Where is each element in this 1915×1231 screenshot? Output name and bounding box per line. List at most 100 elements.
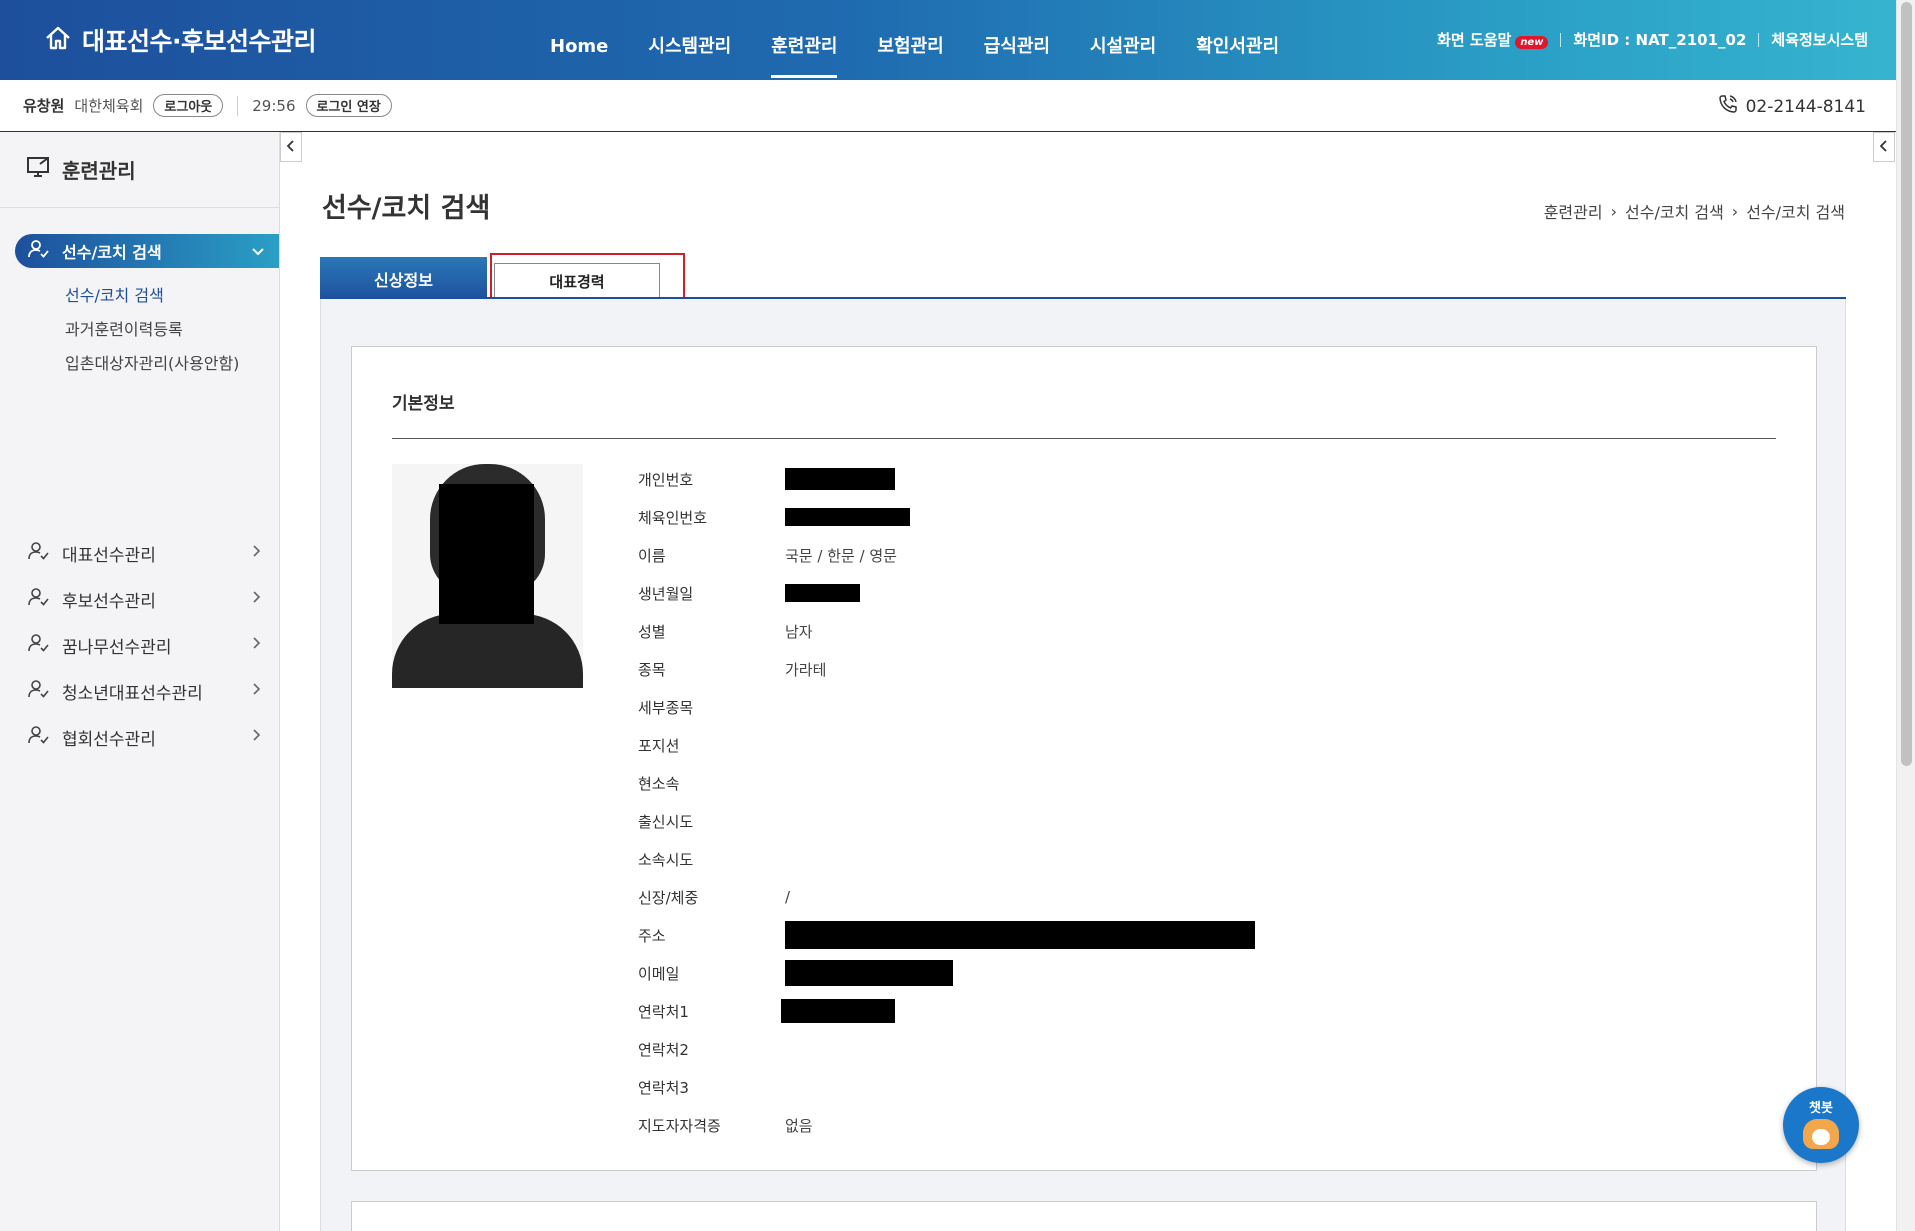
chatbot-button[interactable]: 챗봇 (1783, 1087, 1859, 1163)
system-link[interactable]: 체육정보시스템 (1771, 29, 1868, 50)
profile-photo (392, 464, 583, 688)
page-title: 선수/코치 검색 (322, 193, 491, 224)
field-label: 생년월일 (638, 584, 694, 603)
home-icon (44, 25, 72, 55)
user-check-icon (28, 587, 50, 612)
nav-certificate[interactable]: 확인서관리 (1176, 0, 1299, 80)
logout-button[interactable]: 로그아웃 (153, 94, 224, 117)
field-value: 없음 (785, 1116, 813, 1135)
sidebar-item-label: 협회선수관리 (62, 729, 156, 750)
nav-facility[interactable]: 시설관리 (1070, 0, 1176, 80)
field-label: 이름 (638, 546, 666, 565)
contact-phone: 02-2144-8141 (1745, 96, 1866, 117)
nav-system[interactable]: 시스템관리 (628, 0, 751, 80)
divider (1560, 32, 1562, 47)
main-nav: Home 시스템관리 훈련관리 보험관리 급식관리 시설관리 확인서관리 (530, 0, 1299, 80)
phone-icon (1718, 94, 1738, 119)
sidebar-item-player-search[interactable]: 선수/코치 검색 (15, 234, 279, 268)
field-value: / (785, 888, 791, 906)
field-label: 종목 (638, 660, 666, 679)
utility-links: 화면 도움말 new 화면ID : NAT_2101_02 체육정보시스템 (1437, 29, 1868, 50)
field-value (785, 584, 860, 602)
sidebar-menu: 대표선수관리 후보선수관리 꿈나무선수관리 청소년대표선수관리 협회선수관리 (0, 530, 280, 760)
field-value (781, 999, 895, 1023)
field-row: 주소 (638, 916, 1255, 954)
field-label: 포지션 (638, 736, 680, 755)
sidebar-item-association-players[interactable]: 협회선수관리 (0, 714, 280, 760)
field-label: 소속시도 (638, 850, 694, 869)
redaction-box (785, 960, 953, 986)
extend-login-button[interactable]: 로그인 연장 (305, 94, 392, 117)
sidebar-item-label: 대표선수관리 (62, 545, 156, 566)
field-label: 주소 (638, 926, 666, 945)
tab-representative-career[interactable]: 대표경력 (494, 263, 660, 299)
sidebar-item-national-players[interactable]: 대표선수관리 (0, 530, 280, 576)
top-header: 대표선수·후보선수관리 Home 시스템관리 훈련관리 보험관리 급식관리 시설… (0, 0, 1896, 80)
sidebar-title: 훈련관리 (0, 132, 279, 208)
tab-personal-info[interactable]: 신상정보 (320, 257, 487, 301)
divider (392, 438, 1776, 439)
field-row: 생년월일 (638, 574, 1255, 612)
field-row: 종목 가라테 (638, 650, 1255, 688)
user-org: 대한체육회 (74, 97, 144, 115)
submenu-past-training[interactable]: 과거훈련이력등록 (65, 313, 239, 347)
field-row: 개인번호 (638, 460, 1255, 498)
submenu-player-search[interactable]: 선수/코치 검색 (65, 279, 239, 313)
field-label: 성별 (638, 622, 666, 641)
tab-highlight-box: 대표경력 (490, 253, 685, 301)
field-value: 가라테 (785, 660, 827, 679)
nav-home[interactable]: Home (530, 0, 628, 80)
field-label: 신장/체중 (638, 888, 699, 907)
chevron-left-icon (286, 138, 296, 157)
sidebar: 훈련관리 선수/코치 검색 선수/코치 검색 과거훈련이력등록 입촌대상자관리(… (0, 132, 280, 1231)
scrollbar-thumb[interactable] (1901, 2, 1912, 766)
right-panel-toggle-button[interactable] (1873, 132, 1895, 162)
field-label: 연락처3 (638, 1078, 689, 1097)
field-value (785, 921, 1255, 949)
info-list: 개인번호 체육인번호 이름 국문 / 한문 / 영문 생년월일 성별 남자 종목… (638, 460, 1255, 1144)
field-row: 현소속 (638, 764, 1255, 802)
redaction-box (785, 508, 910, 526)
field-label: 세부종목 (638, 698, 694, 717)
brand[interactable]: 대표선수·후보선수관리 (44, 22, 317, 58)
redaction-box (785, 468, 895, 490)
page-scrollbar[interactable] (1896, 0, 1915, 1231)
field-value: 국문 / 한문 / 영문 (785, 545, 897, 566)
nav-training[interactable]: 훈련관리 (751, 0, 857, 80)
breadcrumb-item: 선수/코치 검색 (1746, 203, 1845, 222)
face-redaction (439, 484, 534, 624)
chevron-right-icon (252, 635, 262, 655)
sidebar-item-candidate-players[interactable]: 후보선수관리 (0, 576, 280, 622)
submenu-entry-management[interactable]: 입촌대상자관리(사용안함) (65, 347, 239, 381)
field-row: 연락처2 (638, 1030, 1255, 1068)
user-check-icon (28, 725, 50, 750)
field-row: 신장/체중 / (638, 878, 1255, 916)
nav-insurance[interactable]: 보험관리 (857, 0, 963, 80)
nav-meal[interactable]: 급식관리 (964, 0, 1070, 80)
sidebar-item-youth-players[interactable]: 청소년대표선수관리 (0, 668, 280, 714)
breadcrumb-item[interactable]: 훈련관리 (1544, 199, 1603, 223)
screen-help-link[interactable]: 화면 도움말 new (1437, 29, 1549, 50)
monitor-icon (26, 155, 52, 184)
field-label: 이메일 (638, 964, 680, 983)
sidebar-item-label: 청소년대표선수관리 (62, 683, 203, 704)
field-label: 개인번호 (638, 470, 694, 489)
divider (1758, 32, 1760, 47)
field-row: 세부종목 (638, 688, 1255, 726)
divider (237, 95, 239, 116)
sidebar-collapse-button[interactable] (280, 132, 302, 162)
field-row: 지도자자격증 없음 (638, 1106, 1255, 1144)
chevron-right-icon: › (1610, 201, 1617, 221)
sidebar-item-dream-players[interactable]: 꿈나무선수관리 (0, 622, 280, 668)
sidebar-item-label: 후보선수관리 (62, 591, 156, 612)
field-label: 지도자자격증 (638, 1116, 721, 1135)
user-check-icon (28, 541, 50, 566)
field-label: 체육인번호 (638, 508, 708, 527)
chevron-right-icon (252, 727, 262, 747)
tab-bar: 신상정보 대표경력 (320, 253, 685, 301)
redaction-box (781, 999, 895, 1023)
breadcrumb-item[interactable]: 선수/코치 검색 (1625, 199, 1724, 223)
chevron-right-icon (252, 681, 262, 701)
field-row: 연락처3 (638, 1068, 1255, 1106)
field-row: 연락처1 (638, 992, 1255, 1030)
